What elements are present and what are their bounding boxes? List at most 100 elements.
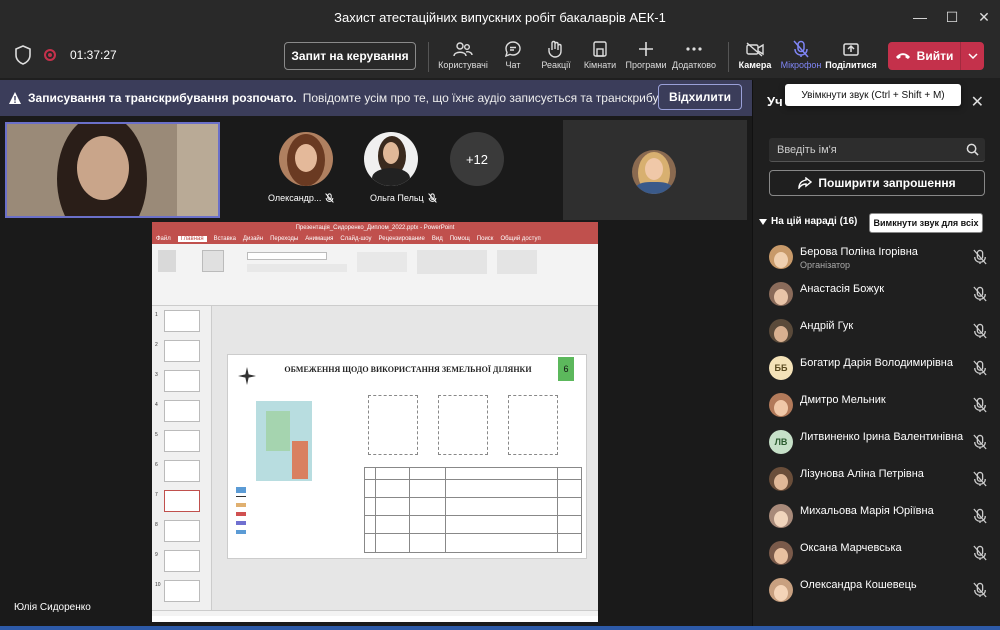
in-meeting-section[interactable]: На цій нараді (16)	[759, 216, 857, 227]
ribbon-tab[interactable]: Вставка	[214, 236, 236, 242]
share-invite-button[interactable]: Поширити запрошення	[769, 170, 985, 196]
chevron-down-icon	[759, 218, 767, 225]
slide-thumbnail[interactable]	[164, 580, 200, 602]
current-slide[interactable]: ОБМЕЖЕННЯ ЩОДО ВИКОРИСТАННЯ ЗЕМЕЛЬНОЇ ДІ…	[227, 354, 587, 559]
participants-panel: Уч ✕ Поширити запрошення На цій нараді (…	[752, 80, 1000, 630]
slide-thumbnail-selected[interactable]	[164, 490, 200, 512]
participant-name: Михальова Марія Юріївна	[800, 505, 934, 517]
share-button[interactable]: Поділитися	[825, 38, 877, 70]
video-tile[interactable]	[563, 120, 747, 220]
participant-role: Організатор	[800, 260, 851, 270]
shared-screen[interactable]: Презентація_Сидоренко_Диплом_2022.pptx -…	[152, 222, 598, 622]
minimize-icon[interactable]: —	[904, 0, 936, 34]
mic-off-icon[interactable]	[973, 582, 987, 598]
banner-title: Записування та транскрибування розпочато…	[28, 91, 297, 105]
maximize-icon[interactable]: ☐	[936, 0, 968, 34]
leave-button[interactable]: Вийти	[888, 42, 984, 70]
search-field[interactable]	[769, 138, 985, 162]
section-title: На цій нараді (16)	[771, 216, 858, 227]
ribbon-tab[interactable]: Рецензирование	[379, 236, 425, 242]
list-item[interactable]: ББ Богатир Дарія Володимирівна	[753, 351, 1000, 387]
mic-off-icon[interactable]	[973, 286, 987, 302]
slide-thumbnail[interactable]	[164, 460, 200, 482]
list-item[interactable]: ЛВ Литвиненко Ірина Валентинівна	[753, 425, 1000, 461]
mic-off-icon[interactable]	[973, 508, 987, 524]
leave-dropdown[interactable]	[960, 42, 984, 70]
banner-message: Повідомте усім про те, що їхнє аудіо зап…	[302, 91, 683, 105]
list-item[interactable]: Михальова Марія Юріївна	[753, 499, 1000, 535]
panel-title: Уч	[767, 94, 783, 109]
thumb-number: 7	[155, 492, 158, 498]
ribbon-tab[interactable]: Слайд-шоу	[340, 236, 371, 242]
mic-off-icon[interactable]	[973, 434, 987, 450]
list-item[interactable]: Анастасія Божук	[753, 277, 1000, 313]
request-control-button[interactable]: Запит на керування	[284, 42, 416, 70]
ribbon-tab[interactable]: Поиск	[477, 236, 494, 242]
list-item[interactable]: Оксана Марчевська	[753, 536, 1000, 572]
people-button[interactable]: Користувачі	[437, 38, 489, 70]
avatar	[769, 282, 793, 306]
people-icon	[453, 38, 473, 60]
leave-main[interactable]: Вийти	[888, 49, 960, 63]
mic-off-icon[interactable]	[973, 249, 987, 265]
participant-avatar[interactable]	[364, 132, 418, 186]
list-item[interactable]: Андрій Гук	[753, 314, 1000, 350]
ribbon-tab[interactable]: Главная	[177, 236, 207, 242]
mic-off-icon[interactable]	[973, 360, 987, 376]
slide-thumbnail[interactable]	[164, 550, 200, 572]
slide-thumbnail[interactable]	[164, 400, 200, 422]
close-window-icon[interactable]: ✕	[968, 0, 1000, 34]
ribbon-tabs: Файл Главная Вставка Дизайн Переходы Ани…	[152, 234, 598, 244]
participant-avatar[interactable]	[279, 132, 333, 186]
ribbon-tab[interactable]: Помощ	[450, 236, 470, 242]
more-label: Додатково	[672, 60, 716, 70]
chat-icon	[504, 38, 522, 60]
recording-banner: Записування та транскрибування розпочато…	[0, 80, 752, 116]
list-item[interactable]: Олександра Кошевець	[753, 573, 1000, 609]
dismiss-button[interactable]: Відхилити	[658, 84, 742, 110]
search-input[interactable]	[769, 138, 959, 162]
share-label: Поділитися	[825, 60, 877, 70]
more-button[interactable]: Додатково	[668, 38, 720, 70]
slide-thumbnail[interactable]	[164, 340, 200, 362]
slide-thumbnail[interactable]	[164, 520, 200, 542]
mic-off-icon[interactable]	[973, 471, 987, 487]
participant-name: Оксана Марчевська	[800, 542, 902, 554]
rooms-label: Кімнати	[583, 60, 617, 70]
speaker-face	[77, 136, 129, 200]
powerpoint-workspace: 1 2 3 4 5 6 7 8 9 10 ОБМЕЖЕННЯ ЩОДО ВИКО…	[152, 306, 598, 616]
thumb-number: 4	[155, 402, 158, 408]
apps-button[interactable]: Програми	[620, 38, 672, 70]
more-participants-button[interactable]: +12	[450, 132, 504, 186]
mic-off-icon[interactable]	[973, 397, 987, 413]
list-item[interactable]: Берова Поліна Ігорівна Організатор	[753, 240, 1000, 276]
background-wall	[177, 124, 218, 216]
video-tile-active-speaker[interactable]	[5, 122, 220, 218]
list-item[interactable]: Лізунова Аліна Петрівна	[753, 462, 1000, 498]
ribbon-tab[interactable]: Анимация	[305, 236, 333, 242]
font-box	[247, 252, 327, 260]
people-label: Користувачі	[438, 60, 488, 70]
participant-name-tag: Олександр...	[268, 193, 335, 203]
search-icon	[966, 143, 979, 156]
mute-all-button[interactable]: Вимкнути звук для всіх	[869, 213, 983, 233]
slide-thumbnails: 1 2 3 4 5 6 7 8 9 10	[152, 306, 212, 616]
slide-thumbnail[interactable]	[164, 370, 200, 392]
list-item[interactable]: Дмитро Мельник	[753, 388, 1000, 424]
ribbon-tab[interactable]: Дизайн	[243, 236, 263, 242]
mic-off-icon[interactable]	[973, 323, 987, 339]
slide-thumbnail[interactable]	[164, 430, 200, 452]
camera-button[interactable]: Камера	[729, 38, 781, 70]
ribbon-tab[interactable]: Переходы	[270, 236, 298, 242]
microphone-button[interactable]: Мікрофон	[775, 38, 827, 70]
ribbon-tab[interactable]: Файл	[156, 236, 171, 242]
close-icon[interactable]: ✕	[971, 92, 984, 112]
participant-name: Андрій Гук	[800, 320, 854, 332]
plan-diagram	[508, 395, 558, 455]
thumb-number: 6	[155, 462, 158, 468]
mic-off-icon[interactable]	[973, 545, 987, 561]
slide-thumbnail[interactable]	[164, 310, 200, 332]
rooms-button[interactable]: Кімнати	[574, 38, 626, 70]
ribbon-tab[interactable]: Общий доступ	[500, 236, 540, 242]
ribbon-tab[interactable]: Вид	[432, 236, 443, 242]
